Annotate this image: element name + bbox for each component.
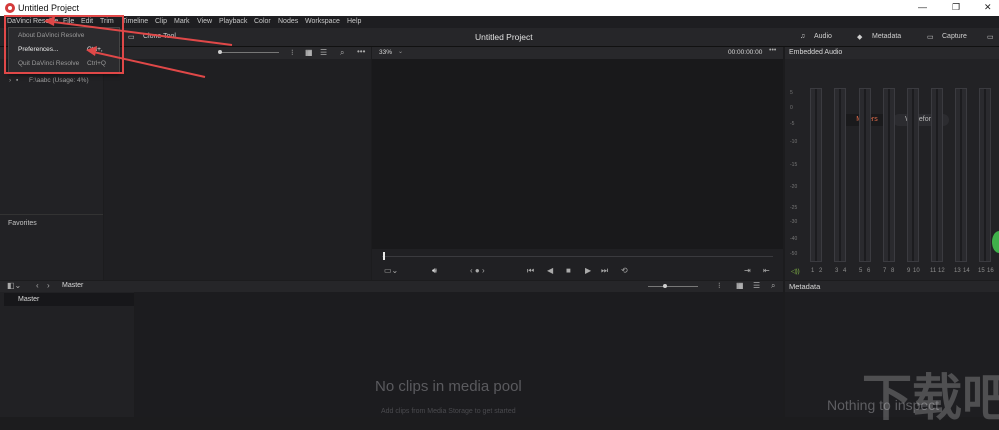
annotation-arrow-to-menu: [44, 16, 233, 46]
annotation-arrows: [44, 16, 233, 78]
annotation-arrow-to-preferences: [86, 46, 206, 78]
